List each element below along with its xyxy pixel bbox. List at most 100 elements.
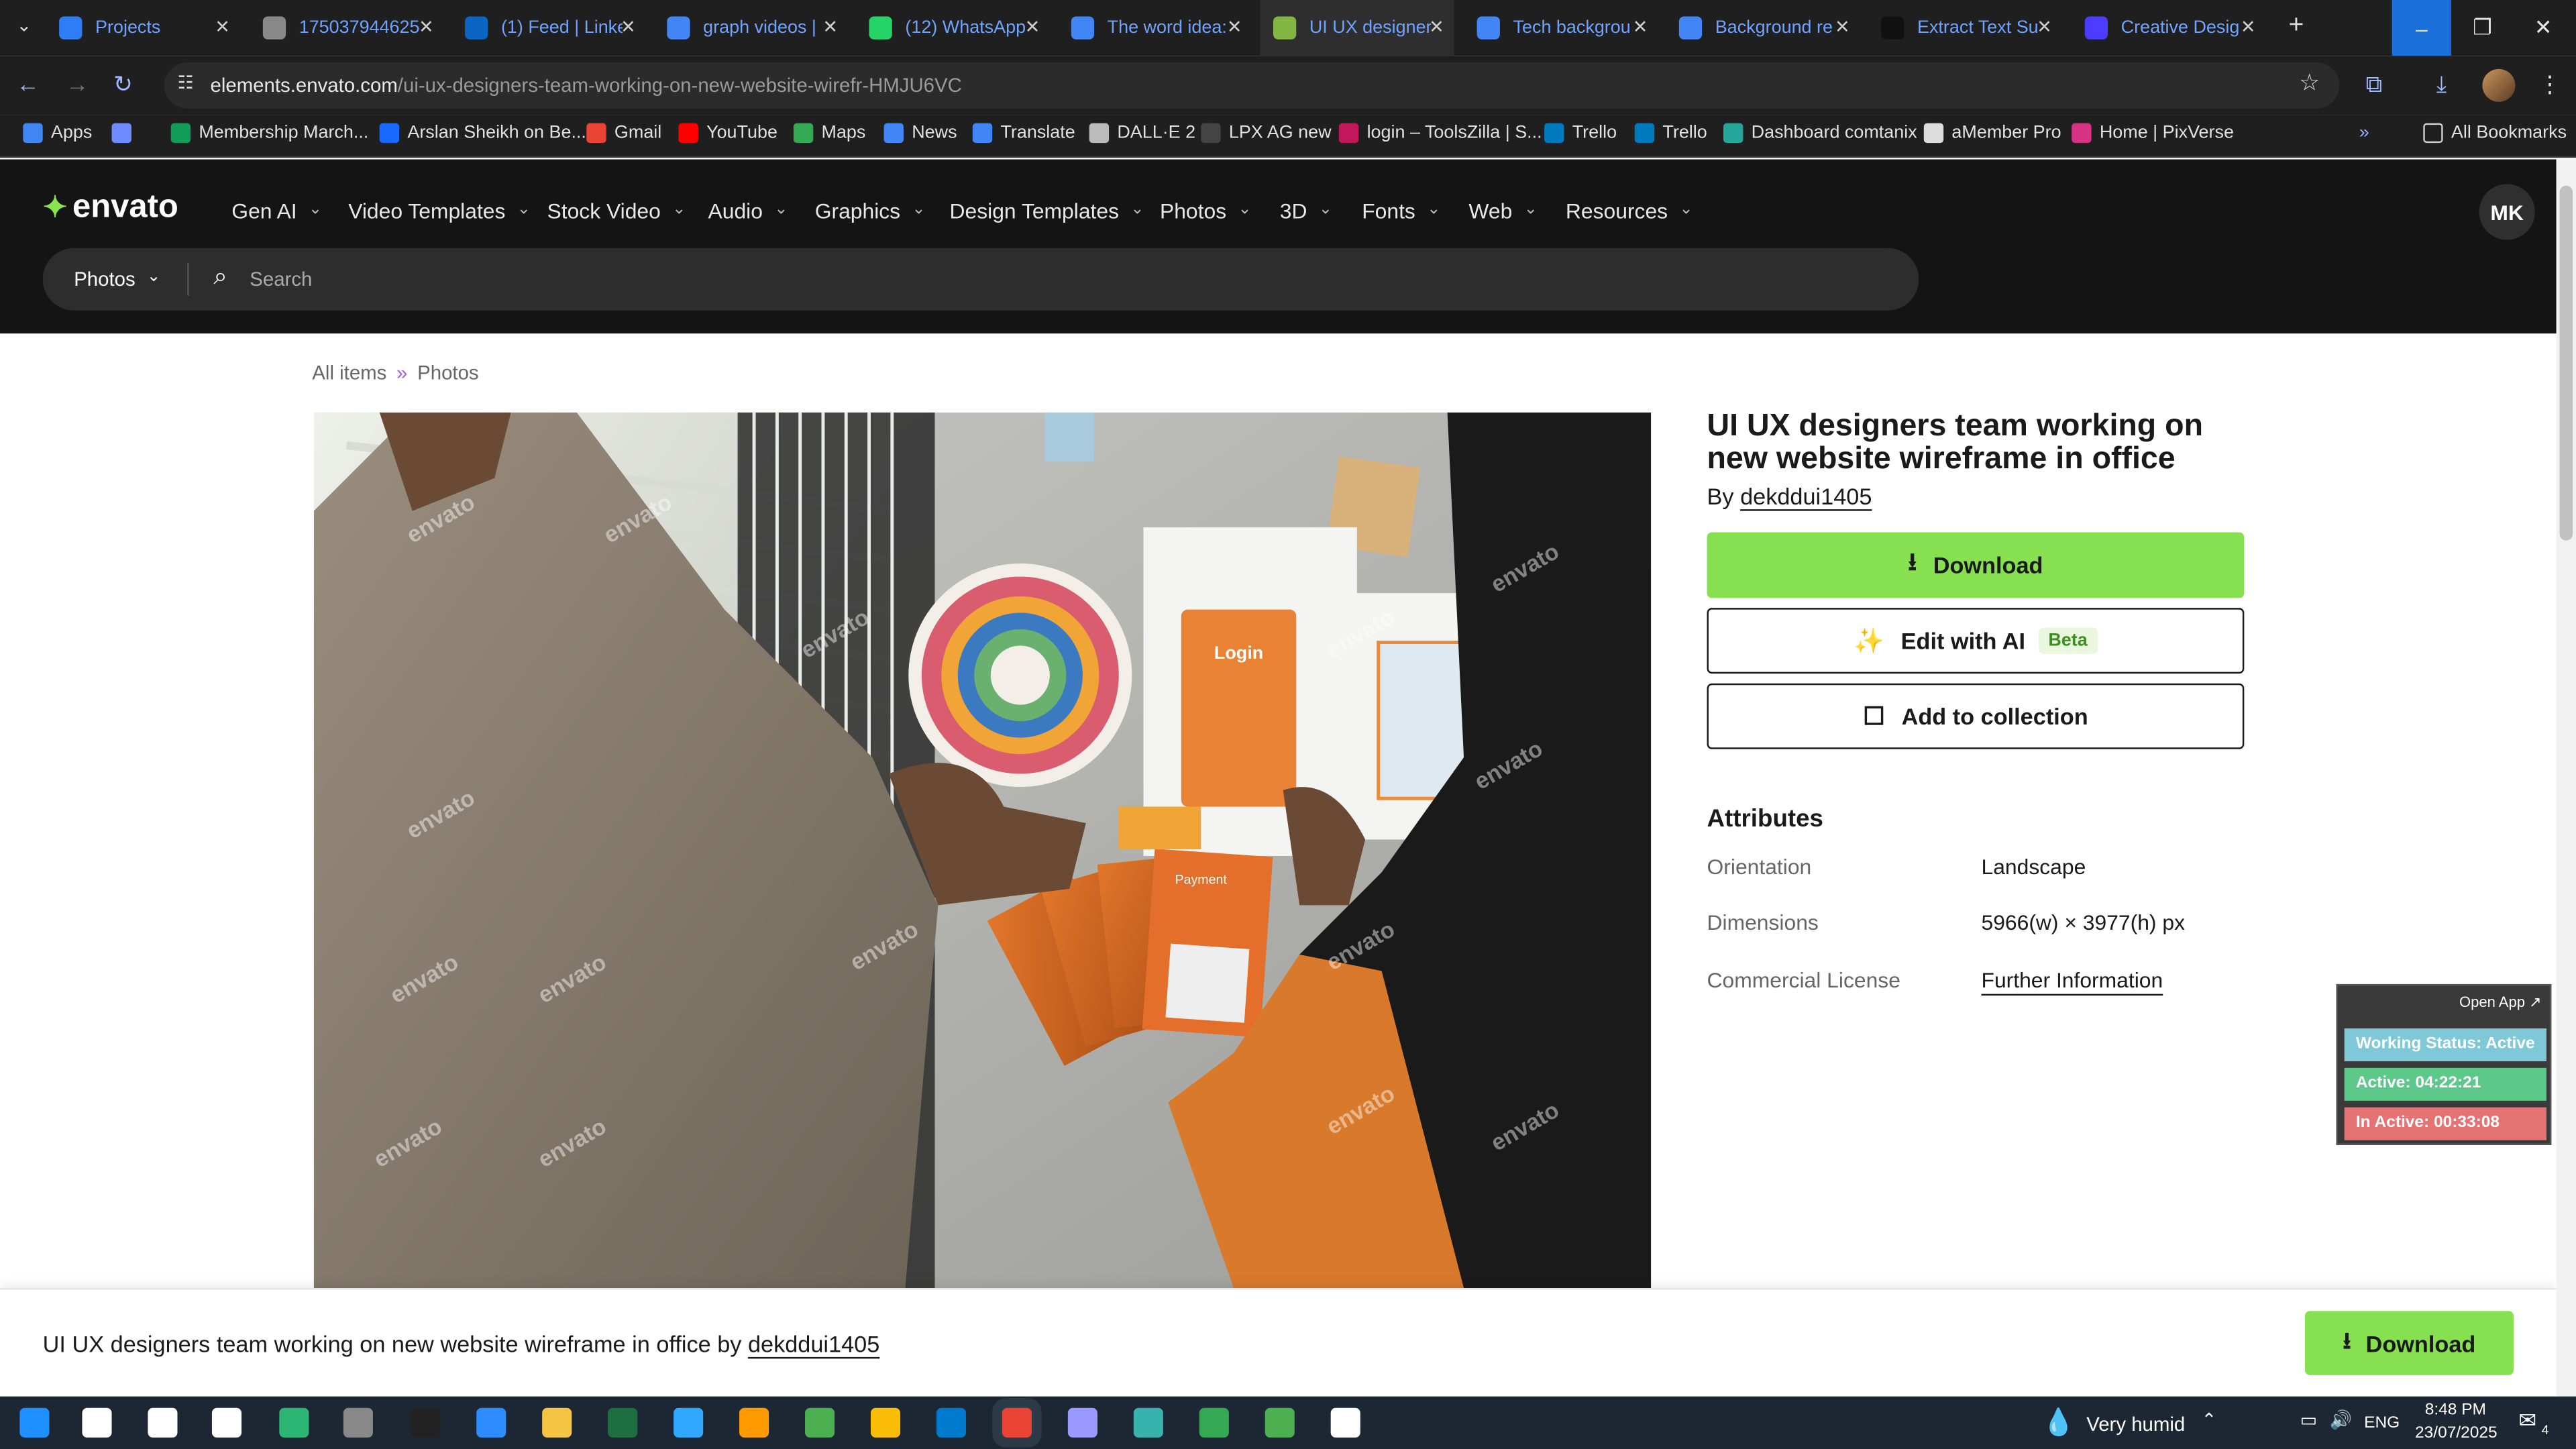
close-tab-icon[interactable]: ✕ [621,16,636,38]
downloads-icon[interactable]: ⤓ [2436,70,2447,99]
terminal-icon[interactable] [411,1407,441,1438]
tab-8[interactable]: Background re ✕ [1666,0,1860,56]
bookmark-9[interactable]: DALL·E 2 [1089,123,1195,144]
user-avatar[interactable]: MK [2479,184,2535,240]
notifications-icon[interactable]: ✉ [2518,1408,2536,1434]
bookmark-6[interactable]: Maps [793,123,865,144]
tab-search-chevron-icon[interactable]: ⌄ [16,15,32,36]
vscode-icon[interactable] [936,1407,967,1438]
tab-6[interactable]: UI UX designer ✕ [1260,0,1454,56]
breadcrumb-photos[interactable]: Photos [417,362,478,384]
tab-3[interactable]: graph videos | ✕ [654,0,848,56]
bookmark-10[interactable]: LPX AG new [1201,123,1332,144]
task-view-icon[interactable] [211,1407,242,1438]
close-tab-icon[interactable]: ✕ [1835,16,1850,38]
chrome-active-icon[interactable] [1002,1407,1032,1438]
minimize-button[interactable]: – [2392,0,2451,56]
tab-5[interactable]: The word idea: ✕ [1058,0,1252,56]
close-tab-icon[interactable]: ✕ [1227,16,1242,38]
close-tab-icon[interactable]: ✕ [215,16,230,38]
green-app-icon[interactable] [805,1407,835,1438]
tab-10[interactable]: Creative Desig ✕ [2072,0,2265,56]
cortana-icon[interactable] [148,1407,178,1438]
chrome-icon[interactable] [870,1407,901,1438]
bookmark-star-icon[interactable]: ☆ [2299,69,2320,97]
file-explorer-icon[interactable] [542,1407,572,1438]
site-info-icon[interactable]: ☷ [177,72,193,93]
nav-gen-ai[interactable]: Gen AI [231,199,322,223]
language-indicator[interactable]: ENG [2364,1415,2400,1433]
nav-photos[interactable]: Photos [1160,199,1252,223]
bookmark-8[interactable]: Translate [972,123,1075,144]
app-icon[interactable] [1133,1407,1163,1438]
chrome-icon-2[interactable] [1199,1407,1229,1438]
breadcrumb-all-items[interactable]: All items [312,362,386,384]
tab-2[interactable]: (1) Feed | Linke ✕ [451,0,645,56]
tab-0[interactable]: Projects ✕ [46,0,240,56]
close-tab-icon[interactable]: ✕ [2037,16,2052,38]
bookmark-15[interactable]: aMember Pro [1923,123,2061,144]
nav-resources[interactable]: Resources [1566,199,1693,223]
new-tab-button[interactable]: + [2288,11,2304,41]
address-bar[interactable]: ☷ elements.envato.com/ui-ux-designers-te… [164,62,2340,109]
zoom-icon[interactable] [476,1407,506,1438]
profile-avatar[interactable] [2482,68,2516,102]
photoshop-icon[interactable] [674,1407,704,1438]
more-bookmarks-icon[interactable]: » [2359,123,2369,143]
settings-icon[interactable] [1330,1407,1360,1438]
tab-7[interactable]: Tech backgrou ✕ [1464,0,1658,56]
tab-4[interactable]: (12) WhatsApp ✕ [856,0,1050,56]
bookmark-4[interactable]: Gmail [586,123,661,144]
bookmark-12[interactable]: Trello [1544,123,1617,144]
nav-audio[interactable]: Audio [708,199,788,223]
windows-start-icon[interactable] [19,1407,50,1438]
search-input[interactable] [250,262,1729,296]
close-tab-icon[interactable]: ✕ [1429,16,1444,38]
author-link[interactable]: dekddui1405 [1740,483,1872,509]
bookmark-13[interactable]: Trello [1634,123,1707,144]
tray-chevron-icon[interactable]: ⌃ [2202,1409,2217,1431]
bookmark-11[interactable]: login – ToolsZilla | S... [1338,123,1542,144]
network-icon[interactable]: ▭ [2300,1409,2317,1431]
sticky-download-button[interactable]: ⭳ Download [2304,1311,2514,1375]
page-scrollbar[interactable] [2556,159,2576,1397]
download-button[interactable]: ⭳ Download [1707,532,2245,598]
forward-icon[interactable]: → [66,70,89,97]
edge-icon[interactable] [279,1407,309,1438]
tab-9[interactable]: Extract Text Su ✕ [1868,0,2062,56]
all-bookmarks[interactable]: All Bookmarks [2423,123,2567,144]
envato-logo[interactable]: ✦ envato [43,189,178,227]
close-tab-icon[interactable]: ✕ [1025,16,1040,38]
back-icon[interactable]: ← [16,70,39,97]
item-preview-image[interactable]: Login Payment envato envato envato envat… [313,412,1652,1289]
bookmark-16[interactable]: Home | PixVerse [2072,123,2234,144]
nav-graphics[interactable]: Graphics [815,199,926,223]
search-category-dropdown[interactable]: Photos [74,268,160,290]
tab-1[interactable]: 175037944625 ✕ [250,0,443,56]
add-to-collection-button[interactable]: ☐ Add to collection [1707,683,2245,749]
extensions-icon[interactable]: ⧉ [2366,70,2382,99]
close-window-button[interactable]: ✕ [2514,0,2573,56]
edit-with-ai-button[interactable]: ✨ Edit with AI Beta [1707,608,2245,674]
bookmark-2[interactable]: Membership March... [170,123,368,144]
reload-icon[interactable]: ↻ [113,70,133,99]
bookmark-7[interactable]: News [883,123,957,144]
nav-web[interactable]: Web [1468,199,1538,223]
open-app-link[interactable]: Open App ↗ [2459,994,2542,1012]
illustrator-icon[interactable] [739,1407,769,1438]
nav-video-templates[interactable]: Video Templates [348,199,531,223]
nav-design-templates[interactable]: Design Templates [950,199,1144,223]
close-tab-icon[interactable]: ✕ [822,16,838,38]
excel-icon[interactable] [608,1407,638,1438]
scrollbar-thumb[interactable] [2559,185,2573,541]
bookmark-0[interactable]: Apps [23,123,92,144]
weather-icon[interactable]: 💧 [2042,1406,2075,1439]
search-icon[interactable] [82,1407,112,1438]
menu-icon[interactable]: ⋮ [2538,70,2561,99]
volume-icon[interactable]: 🔊 [2330,1409,2353,1431]
nav-3d[interactable]: 3D [1280,199,1332,223]
clock-date[interactable]: 23/07/2025 [2415,1424,2498,1442]
bookmark-3[interactable]: Arslan Sheikh on Be... [379,123,586,144]
bookmark-14[interactable]: Dashboard comtanix [1723,123,1917,144]
clock-time[interactable]: 8:48 PM [2425,1401,2486,1419]
